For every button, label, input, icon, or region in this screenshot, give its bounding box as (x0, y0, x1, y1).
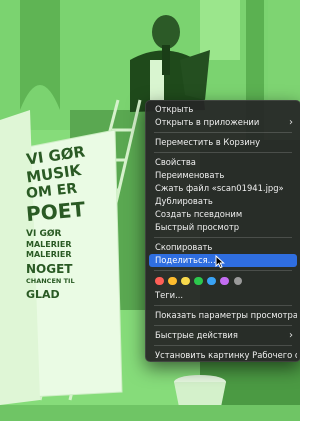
chevron-right-icon: › (289, 117, 293, 128)
menu-item-label: Показать параметры просмотра (155, 310, 297, 320)
sign-text: GLAD (26, 287, 60, 301)
sign-text: NOGET (26, 262, 73, 276)
menu-separator (154, 325, 292, 326)
menu-separator (154, 270, 292, 271)
mouse-pointer-icon (215, 254, 225, 269)
menu-item-get-info[interactable]: Свойства (149, 156, 297, 169)
menu-item-label: Открыть (155, 104, 194, 114)
menu-item-make-alias[interactable]: Создать псевдоним (149, 208, 297, 221)
menu-item-tags[interactable]: Теги... (149, 289, 297, 302)
context-menu: Открыть Открыть в приложении › Перемести… (145, 100, 300, 362)
tag-red-icon[interactable] (155, 276, 164, 286)
desktop: VI GØR MUSIK OM ER POET VI GØR MALERIER … (0, 0, 300, 421)
menu-item-label: Скопировать (155, 242, 213, 252)
menu-item-rename[interactable]: Переименовать (149, 169, 297, 182)
menu-separator (154, 152, 292, 153)
menu-separator (154, 237, 292, 238)
sign-text: MALERIER (26, 240, 72, 249)
menu-separator (154, 132, 292, 133)
menu-item-copy[interactable]: Скопировать (149, 241, 297, 254)
menu-item-open[interactable]: Открыть (149, 103, 297, 116)
sign-text: VI GØR (26, 229, 62, 239)
menu-item-label: Переименовать (155, 170, 225, 180)
menu-item-set-desktop-picture[interactable]: Установить картинку Рабочего стола (149, 349, 297, 362)
menu-item-move-to-trash[interactable]: Переместить в Корзину (149, 136, 297, 149)
menu-item-label: Поделиться... (155, 255, 216, 265)
menu-item-quick-look[interactable]: Быстрый просмотр (149, 221, 297, 234)
menu-separator (154, 345, 292, 346)
menu-item-compress[interactable]: Сжать файл «scan01941.jpg» (149, 182, 297, 195)
tag-gray-icon[interactable] (233, 276, 243, 286)
tag-yellow-icon[interactable] (181, 276, 190, 286)
menu-item-quick-actions[interactable]: Быстрые действия › (149, 329, 297, 342)
sign-text: CHANCEN TIL (26, 277, 75, 285)
tag-purple-icon[interactable] (220, 276, 230, 286)
menu-item-label: Открыть в приложении (155, 117, 260, 127)
menu-item-label: Создать псевдоним (155, 209, 243, 219)
sign-text: MALERIER (26, 250, 72, 259)
tag-color-row (149, 274, 297, 288)
menu-item-label: Установить картинку Рабочего стола (155, 350, 297, 360)
tag-green-icon[interactable] (194, 276, 203, 286)
menu-item-label: Быстрые действия (155, 330, 238, 340)
menu-item-open-with[interactable]: Открыть в приложении › (149, 116, 297, 129)
menu-item-show-view-options[interactable]: Показать параметры просмотра (149, 309, 297, 322)
menu-item-label: Сжать файл «scan01941.jpg» (155, 183, 284, 193)
menu-item-duplicate[interactable]: Дублировать (149, 195, 297, 208)
tag-blue-icon[interactable] (207, 276, 216, 286)
menu-item-label: Дублировать (155, 196, 213, 206)
menu-item-label: Переместить в Корзину (155, 137, 261, 147)
sign-text: POET (25, 197, 86, 227)
chevron-right-icon: › (289, 330, 293, 341)
menu-item-label: Быстрый просмотр (155, 222, 240, 232)
menu-item-label: Свойства (155, 157, 196, 167)
tag-orange-icon[interactable] (168, 276, 177, 286)
menu-item-label: Теги... (155, 290, 184, 300)
menu-separator (154, 305, 292, 306)
